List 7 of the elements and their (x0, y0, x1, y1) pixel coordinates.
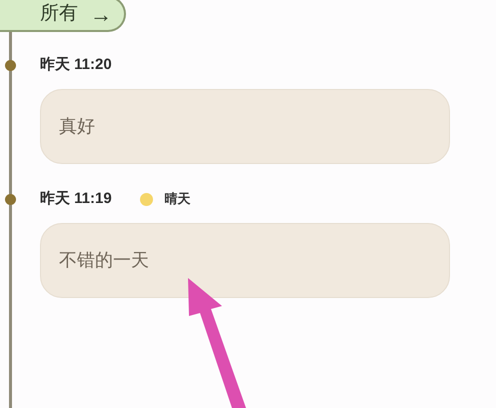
entry-time: 昨天 11:20 (40, 54, 112, 75)
arrow-icon: → (90, 0, 112, 30)
diary-card[interactable]: 不错的一天 (40, 223, 450, 298)
filter-button[interactable]: 所有 → (0, 0, 126, 32)
weather-label: 晴天 (164, 190, 191, 208)
diary-card[interactable]: 真好 (40, 89, 450, 164)
entry-time: 昨天 11:19 (40, 188, 112, 209)
